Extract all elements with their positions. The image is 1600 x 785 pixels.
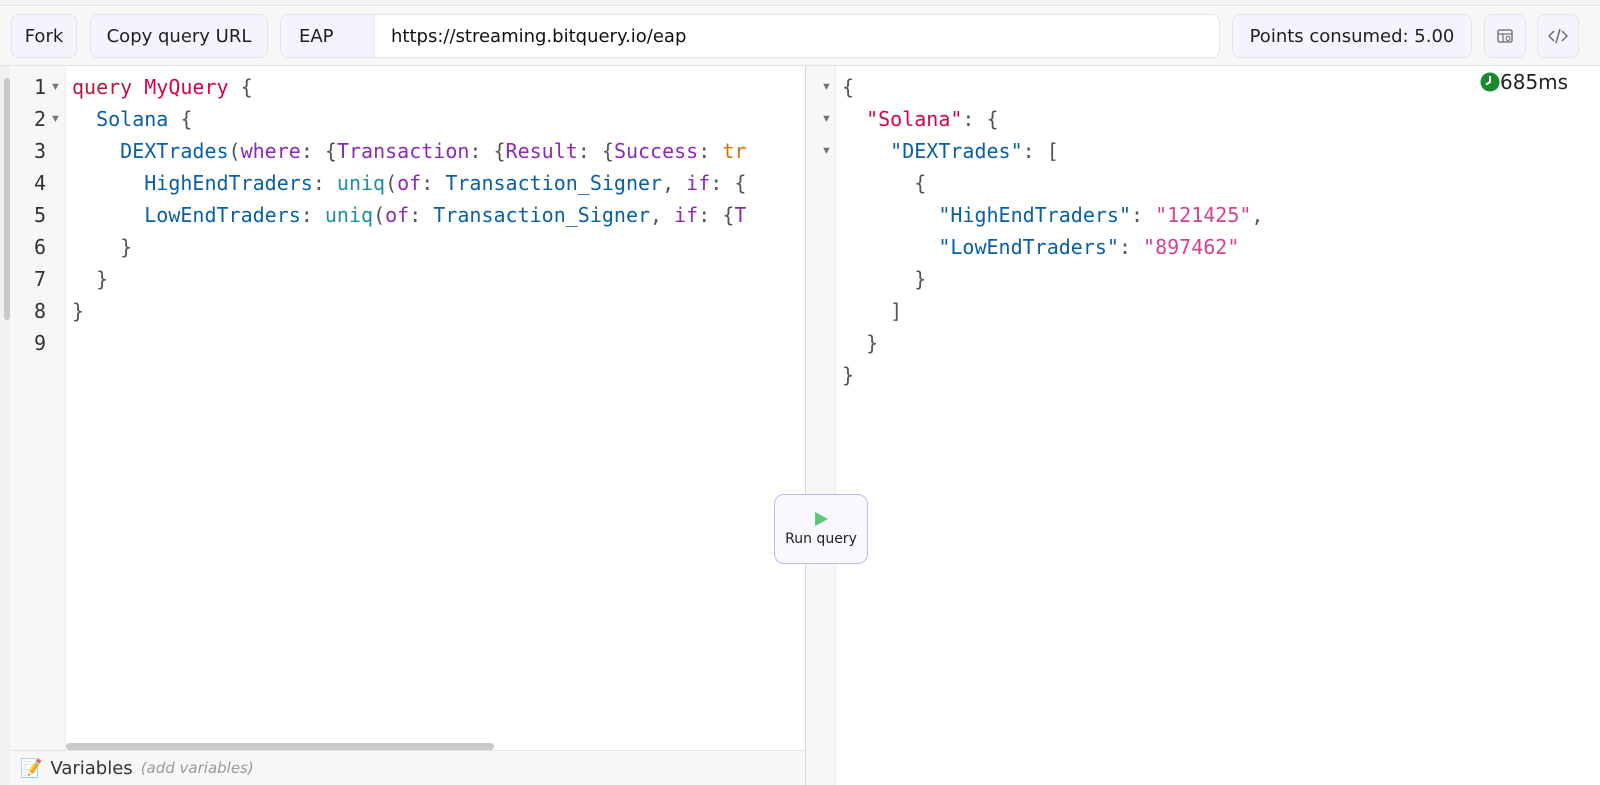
fold-arrow-icon[interactable]: ▼ <box>50 81 61 93</box>
table-icon[interactable] <box>1484 14 1526 58</box>
line-number: 9 <box>33 331 46 355</box>
result-line: } <box>914 267 927 291</box>
result-line: "Solana": { <box>866 107 999 131</box>
points-consumed-label: Points consumed: 5.00 <box>1232 14 1472 58</box>
code-line-2: Solana { <box>96 107 193 131</box>
result-line: } <box>866 331 879 355</box>
line-number: 4 <box>33 171 46 195</box>
result-line: "HighEndTraders": "121425", <box>938 203 1264 227</box>
fold-arrow-icon[interactable]: ▼ <box>821 81 832 93</box>
query-editor[interactable]: 1 ▼ 2 ▼ 3 4 5 6 7 8 9 query MyQuery { So… <box>10 66 806 750</box>
code-line-8: } <box>72 299 85 323</box>
code-line-1: query MyQuery { <box>72 75 253 99</box>
code-line-3: DEXTrades(where: {Transaction: {Result: … <box>120 139 747 163</box>
fork-button[interactable]: Fork <box>11 14 77 58</box>
result-line: "DEXTrades": [ <box>890 139 1059 163</box>
line-number: 3 <box>33 139 46 163</box>
result-panel: ▼ ▼ ▼ { "Solana": { "DEXTrades": [ { "Hi… <box>806 66 1600 785</box>
code-line-7: } <box>96 267 109 291</box>
result-gutter: ▼ ▼ ▼ <box>806 66 836 785</box>
code-line-5: LowEndTraders: uniq(of: Transaction_Sign… <box>144 203 747 227</box>
line-number: 8 <box>33 299 46 323</box>
result-line: ] <box>890 299 903 323</box>
toolbar: Fork Copy query URL EAP Points consumed:… <box>0 7 1600 66</box>
endpoint-prefix-select[interactable]: EAP <box>281 15 375 57</box>
code-line-4: HighEndTraders: uniq(of: Transaction_Sig… <box>144 171 747 195</box>
run-query-label: Run query <box>785 531 857 547</box>
line-number: 7 <box>33 267 46 291</box>
copy-query-url-button[interactable]: Copy query URL <box>90 14 268 58</box>
result-line: } <box>842 363 855 387</box>
clock-icon <box>1480 72 1500 92</box>
variables-panel-header[interactable]: 📝 Variables (add variables) <box>10 750 805 785</box>
code-line-6: } <box>120 235 133 259</box>
editor-horizontal-scrollbar[interactable] <box>66 743 494 750</box>
line-number: 5 <box>33 203 46 227</box>
line-number-gutter: 1 ▼ 2 ▼ 3 4 5 6 7 8 9 <box>10 66 66 750</box>
code-area[interactable]: query MyQuery { Solana { DEXTrades(where… <box>72 66 806 750</box>
line-number: 6 <box>33 235 46 259</box>
line-number: 1 <box>33 75 46 99</box>
variables-title: Variables <box>50 757 133 779</box>
result-line: { <box>842 75 855 99</box>
response-timing: 685ms <box>1480 70 1568 94</box>
play-icon <box>815 512 828 526</box>
code-icon[interactable] <box>1537 14 1579 58</box>
timing-value: 685ms <box>1500 70 1569 94</box>
fold-arrow-icon[interactable]: ▼ <box>50 113 61 125</box>
fold-arrow-icon[interactable]: ▼ <box>821 113 832 125</box>
result-line: "LowEndTraders": "897462" <box>938 235 1240 259</box>
line-number: 2 <box>33 107 46 131</box>
result-line: { <box>914 171 927 195</box>
add-variables-hint: (add variables) <box>140 759 254 777</box>
top-strip <box>0 0 1600 6</box>
fold-arrow-icon[interactable]: ▼ <box>821 145 832 157</box>
endpoint-group: EAP <box>280 14 1220 58</box>
endpoint-url-input[interactable] <box>375 15 1219 57</box>
memo-icon: 📝 <box>20 757 43 778</box>
run-query-button[interactable]: Run query <box>774 494 868 564</box>
